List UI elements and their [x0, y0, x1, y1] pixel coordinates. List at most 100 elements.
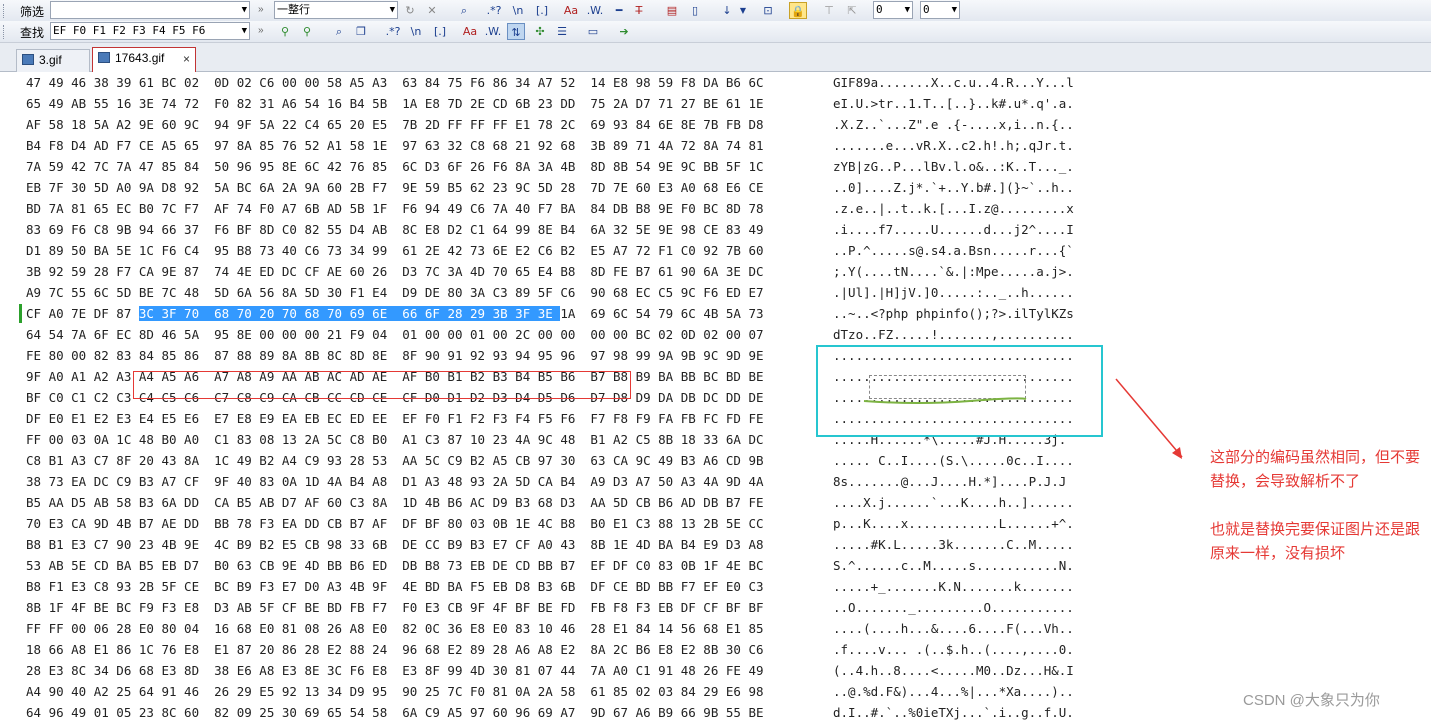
ascii-text[interactable]: eI.U.>tr..1.T..[..}..k#.u*.q'.a.: [833, 96, 1074, 111]
hex-bytes[interactable]: A4 90 40 A2 25 64 91 46 26 29 E5 92 13 3…: [26, 684, 764, 699]
hex-bytes[interactable]: FF FF 00 06 28 E0 80 04 16 68 E0 81 08 2…: [26, 621, 764, 636]
hex-row[interactable]: 8B 1F 4F BE BC F9 F3 E8 D3 AB 5F CF BE B…: [0, 597, 1431, 618]
ascii-text[interactable]: ....(....h...&....6....F(...Vh..: [833, 621, 1074, 636]
document-icon[interactable]: ▯: [686, 2, 704, 19]
hex-row[interactable]: 7A 59 42 7C 7A 47 85 84 50 96 95 8E 6C 4…: [0, 156, 1431, 177]
mark-list-icon[interactable]: ☰: [553, 23, 571, 40]
clear-icon[interactable]: ✕: [423, 2, 441, 19]
hex-row[interactable]: EB 7F 30 5D A0 9A D8 92 5A BC 6A 2A 9A 6…: [0, 177, 1431, 198]
number-combo-1[interactable]: 0 ▼: [873, 1, 913, 19]
chevron-down-icon[interactable]: ▼: [905, 2, 910, 18]
hex-row[interactable]: B4 F8 D4 AD F7 CE A5 65 97 8A 85 76 52 A…: [0, 135, 1431, 156]
line-icon[interactable]: ━: [610, 2, 628, 19]
find-prev-icon[interactable]: ⚲: [298, 23, 316, 40]
regex-icon[interactable]: .*?: [485, 2, 503, 19]
hex-bytes[interactable]: B5 AA D5 AB 58 B3 6A DD CA B5 AB D7 AF 6…: [26, 495, 764, 510]
overflow-chevron-icon[interactable]: »: [258, 25, 264, 36]
lock-icon[interactable]: 🔒: [789, 2, 807, 19]
ascii-text[interactable]: .......e...vR.X..c2.h!.h;.qJr.t.: [833, 138, 1074, 153]
go-arrow-icon[interactable]: ➔: [615, 23, 633, 40]
hex-bytes[interactable]: 65 49 AB 55 16 3E 74 72 F0 82 31 A6 54 1…: [26, 96, 764, 111]
pin-icon[interactable]: ⊤: [820, 2, 838, 19]
hex-bytes[interactable]: C8 B1 A3 C7 8F 20 43 8A 1C 49 B2 A4 C9 9…: [26, 453, 764, 468]
hex-row[interactable]: FE 80 00 82 83 84 85 86 87 88 89 8A 8B 8…: [0, 345, 1431, 366]
chevron-down-icon[interactable]: ▼: [242, 23, 247, 39]
hex-bytes[interactable]: 70 E3 CA 9D 4B B7 AE DD BB 78 F3 EA DD C…: [26, 516, 764, 531]
hex-row[interactable]: CF A0 7E DF 87 3C 3F 70 68 70 20 70 68 7…: [0, 303, 1431, 324]
hex-bytes[interactable]: 28 E3 8C 34 D6 68 E3 8D 38 E6 A8 E3 8E 3…: [26, 663, 764, 678]
tab-3-gif[interactable]: 3.gif: [16, 49, 90, 72]
ascii-text[interactable]: ;.Y(....tN....`&.|:Mpe.....a.j>.: [833, 264, 1074, 279]
ascii-text[interactable]: ....X.j......`...K....h..]......: [833, 495, 1074, 510]
tab-17643-gif[interactable]: 17643.gif ×: [92, 47, 196, 73]
window-icon[interactable]: ⊡: [759, 2, 777, 19]
match-case-icon[interactable]: Aa: [562, 2, 580, 19]
match-case-icon[interactable]: Aa: [461, 23, 479, 40]
ascii-text[interactable]: GIF89a.......X..c.u..4.R...Y...l: [833, 75, 1074, 90]
ascii-text[interactable]: .f....v... .(..$.h..(....,....0.: [833, 642, 1074, 657]
newline-icon[interactable]: \n: [407, 23, 425, 40]
window-icon[interactable]: ▭: [584, 23, 602, 40]
hex-bytes[interactable]: 8B 1F 4F BE BC F9 F3 E8 D3 AB 5F CF BE B…: [26, 600, 764, 615]
ascii-text[interactable]: ..@.%d.F&)...4...%|...*Xa....)..: [833, 684, 1074, 699]
ascii-text[interactable]: 8s.......@...J....H.*]....P.J.J: [833, 474, 1066, 489]
ascii-text[interactable]: p...K....x............L......+^.: [833, 516, 1074, 531]
chevron-down-icon[interactable]: ▼: [390, 2, 395, 18]
ascii-text[interactable]: (..4.h..8....<.....M0..Dz...H&.I: [833, 663, 1074, 678]
ascii-text[interactable]: S.^......c..M.....s...........N.: [833, 558, 1074, 573]
toolbar-grip[interactable]: [3, 4, 7, 18]
hex-row[interactable]: AF 58 18 5A A2 9E 60 9C 94 9F 5A 22 C4 6…: [0, 114, 1431, 135]
overflow-chevron-icon[interactable]: »: [258, 4, 264, 15]
hex-row[interactable]: 64 96 49 01 05 23 8C 60 82 09 25 30 69 6…: [0, 702, 1431, 720]
find-next-icon[interactable]: ⚲: [276, 23, 294, 40]
hex-bytes[interactable]: 83 69 F6 C8 9B 94 66 37 F6 BF 8D C0 82 5…: [26, 222, 764, 237]
highlight-all-icon[interactable]: ✣: [531, 23, 549, 40]
refresh-icon[interactable]: ↻: [401, 2, 419, 19]
clear-format-icon[interactable]: T̶: [630, 2, 648, 19]
hex-row[interactable]: DF E0 E1 E2 E3 E4 E5 E6 E7 E8 E9 EA EB E…: [0, 408, 1431, 429]
selected-bytes[interactable]: 3C 3F 70 68 70 20 70 68 70 69 6E 66 6F 2…: [138, 306, 561, 321]
hex-bytes[interactable]: B8 F1 E3 C8 93 2B 5F CE BC B9 F3 E7 D0 A…: [26, 579, 764, 594]
hex-bytes[interactable]: 7A 59 42 7C 7A 47 85 84 50 96 95 8E 6C 4…: [26, 159, 764, 174]
hex-row[interactable]: 18 66 A8 E1 86 1C 76 E8 E1 87 20 86 28 E…: [0, 639, 1431, 660]
hex-bytes[interactable]: DF E0 E1 E2 E3 E4 E5 E6 E7 E8 E9 EA EB E…: [26, 411, 764, 426]
search-icon[interactable]: ⌕: [330, 23, 348, 40]
hex-bytes[interactable]: 53 AB 5E CD BA B5 EB D7 B0 63 CB 9E 4D B…: [26, 558, 764, 573]
hex-row[interactable]: 47 49 46 38 39 61 BC 02 0D 02 C6 00 00 5…: [0, 72, 1431, 93]
ascii-text[interactable]: .....+_.......K.N.......k.......: [833, 579, 1074, 594]
ascii-text[interactable]: ..P.^.....s@.s4.a.Bsn.....r...{`: [833, 243, 1074, 258]
hex-bytes[interactable]: B8 B1 E3 C7 90 23 4B 9E 4C B9 B2 E5 CB 9…: [26, 537, 764, 552]
hex-row[interactable]: 64 54 7A 6F EC 8D 46 5A 95 8E 00 00 00 2…: [0, 324, 1431, 345]
close-icon[interactable]: ×: [183, 49, 190, 69]
ascii-text[interactable]: .i....f7.....U......d...j2^....I: [833, 222, 1074, 237]
hex-row[interactable]: 65 49 AB 55 16 3E 74 72 F0 82 31 A6 54 1…: [0, 93, 1431, 114]
hex-bytes[interactable]: 38 73 EA DC C9 B3 A7 CF 9F 40 83 0A 1D 4…: [26, 474, 764, 489]
ascii-text[interactable]: dTzo..FZ.....!.......,..........: [833, 327, 1074, 342]
ascii-text[interactable]: .|Ul].|H]jV.]0.....:.._..h......: [833, 285, 1074, 300]
hex-row[interactable]: B5 AA D5 AB 58 B3 6A DD CA B5 AB D7 AF 6…: [0, 492, 1431, 513]
number-combo-2[interactable]: 0 ▼: [920, 1, 960, 19]
hex-bytes[interactable]: FF 00 03 0A 1C 48 B0 A0 C1 83 08 13 2A 5…: [26, 432, 764, 447]
hex-row[interactable]: A4 90 40 A2 25 64 91 46 26 29 E5 92 13 3…: [0, 681, 1431, 702]
ascii-text[interactable]: .....#K.L.....3k.......C..M.....: [833, 537, 1074, 552]
hex-bytes[interactable]: 3B 92 59 28 F7 CA 9E 87 74 4E ED DC CF A…: [26, 264, 764, 279]
ascii-text[interactable]: .z.e..|..t..k.[...I.z@.........x: [833, 201, 1074, 216]
hex-bytes[interactable]: 64 54 7A 6F EC 8D 46 5A 95 8E 00 00 00 2…: [26, 327, 764, 342]
ascii-text[interactable]: ..~..<?php phpinfo();?>.ilTylKZs: [833, 306, 1074, 321]
hex-bytes[interactable]: A9 7C 55 6C 5D BE 7C 48 5D 6A 56 8A 5D 3…: [26, 285, 764, 300]
hex-bytes[interactable]: BD 7A 81 65 EC B0 7C F7 AF 74 F0 A7 6B A…: [26, 201, 764, 216]
hex-row[interactable]: 83 69 F6 C8 9B 94 66 37 F6 BF 8D C0 82 5…: [0, 219, 1431, 240]
hex-bytes[interactable]: B4 F8 D4 AD F7 CE A5 65 97 8A 85 76 52 A…: [26, 138, 764, 153]
brackets-icon[interactable]: [.]: [533, 2, 551, 19]
hex-row[interactable]: FF FF 00 06 28 E0 80 04 16 68 E0 81 08 2…: [0, 618, 1431, 639]
chevron-down-icon[interactable]: ▼: [952, 2, 957, 18]
hex-bytes[interactable]: 47 49 46 38 39 61 BC 02 0D 02 C6 00 00 5…: [26, 75, 764, 90]
hex-row[interactable]: A9 7C 55 6C 5D BE 7C 48 5D 6A 56 8A 5D 3…: [0, 282, 1431, 303]
brackets-icon[interactable]: [.]: [431, 23, 449, 40]
ascii-text[interactable]: .X.Z..`...Z".e .{-....x,i..n.{..: [833, 117, 1074, 132]
newline-icon[interactable]: \n: [509, 2, 527, 19]
hex-bytes[interactable]: 18 66 A8 E1 86 1C 76 E8 E1 87 20 86 28 E…: [26, 642, 764, 657]
ascii-text[interactable]: ..... C..I....(S.\.....0c..I....: [833, 453, 1074, 468]
find-input[interactable]: EF F0 F1 F2 F3 F4 F5 F6 ▼: [50, 22, 250, 40]
hex-bytes[interactable]: EB 7F 30 5D A0 9A D8 92 5A BC 6A 2A 9A 6…: [26, 180, 764, 195]
